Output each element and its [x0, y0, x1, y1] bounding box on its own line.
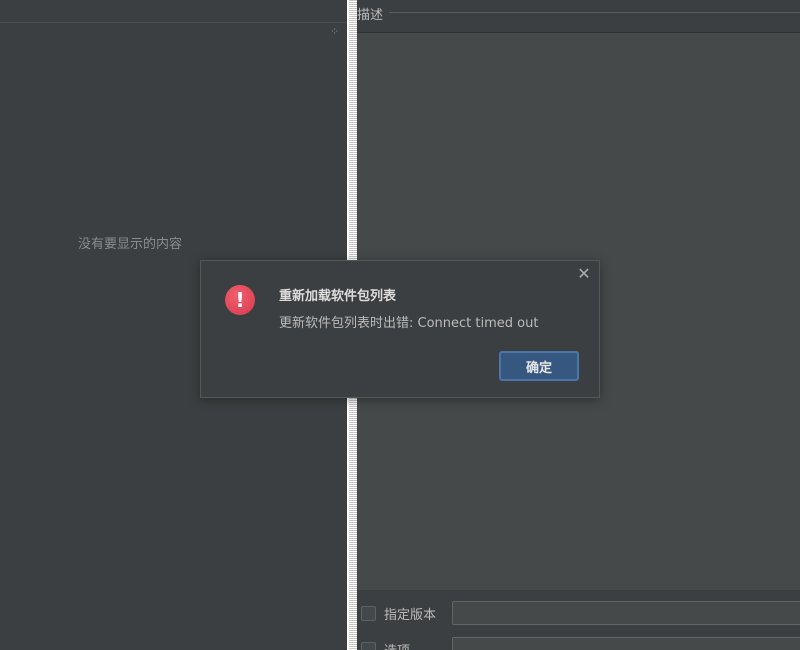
- description-divider: [387, 12, 800, 13]
- options-row: 选项: [361, 636, 800, 650]
- loading-spinner-icon: ⁘: [330, 25, 339, 38]
- options-label: 选项: [384, 640, 458, 650]
- specify-version-checkbox[interactable]: [361, 605, 376, 621]
- options-input[interactable]: [452, 637, 800, 650]
- error-exclamation-icon: !: [225, 285, 255, 315]
- dialog-message: 更新软件包列表时出错: Connect timed out: [279, 316, 539, 331]
- specify-version-input[interactable]: [452, 601, 800, 625]
- empty-list-message: 没有要显示的内容: [78, 237, 183, 252]
- error-dialog: ✕ ! 重新加载软件包列表 更新软件包列表时出错: Connect timed …: [200, 260, 600, 398]
- specify-version-row: 指定版本: [361, 600, 800, 626]
- specify-version-label: 指定版本: [384, 607, 437, 623]
- ok-button[interactable]: 确定: [499, 351, 579, 381]
- package-manager-window: ⁘ 没有要显示的内容 描述 指定版本 选项 ✕ ! 重新加载软件包列表 更新软件…: [0, 0, 800, 650]
- close-icon[interactable]: ✕: [575, 265, 593, 283]
- description-title: 描述: [357, 4, 390, 23]
- dialog-title: 重新加载软件包列表: [279, 289, 397, 304]
- panel-header-divider: [0, 22, 347, 23]
- options-checkbox[interactable]: [361, 641, 376, 650]
